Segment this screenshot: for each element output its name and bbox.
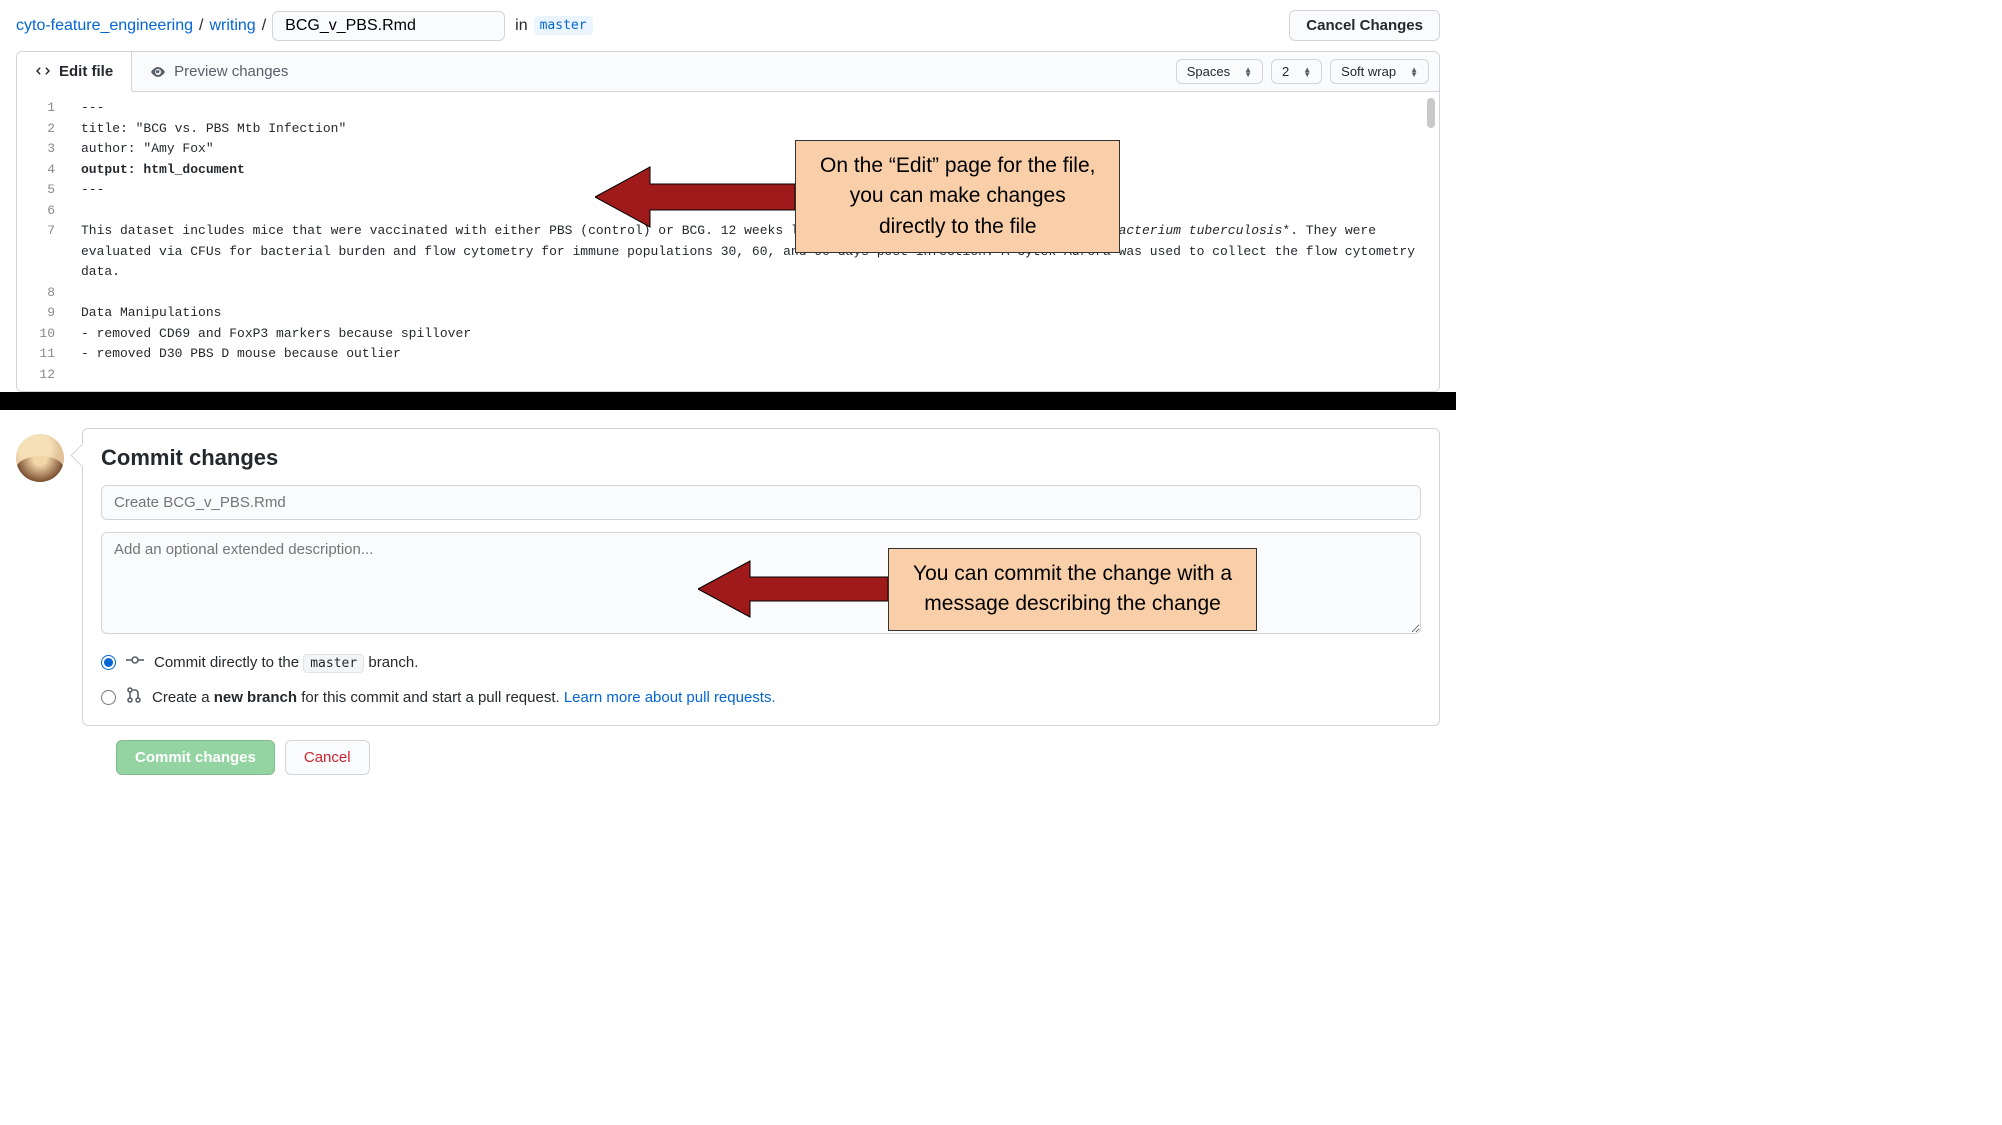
commit-newbranch-radio[interactable] (101, 690, 116, 705)
filename-input[interactable] (272, 11, 505, 41)
breadcrumb-sep: / (199, 17, 203, 35)
tab-edit-label: Edit file (59, 63, 113, 80)
tab-preview-changes[interactable]: Preview changes (132, 53, 306, 90)
scrollbar-thumb[interactable] (1427, 98, 1435, 128)
annotation-callout-commit: You can commit the change with a message… (698, 548, 1257, 631)
line-number-gutter: 1234567 89101112 (17, 92, 69, 391)
commit-newbranch-radio-row[interactable]: Create a new branch for this commit and … (101, 687, 1421, 707)
breadcrumb-folder-link[interactable]: writing (209, 17, 255, 35)
branch-badge: master (534, 16, 593, 35)
commit-direct-radio-row[interactable]: Commit directly to the master branch. (101, 653, 1421, 671)
annotation-callout-edit: On the “Edit” page for the file, you can… (595, 140, 1120, 253)
indent-size-select[interactable]: 2 ▲▼ (1271, 59, 1322, 84)
arrow-left-icon (595, 162, 795, 232)
learn-more-pr-link[interactable]: Learn more about pull requests. (564, 689, 776, 706)
annotation-text: On the “Edit” page for the file, you can… (795, 140, 1120, 253)
eye-icon (150, 64, 166, 80)
git-commit-icon (126, 653, 144, 671)
chevron-updown-icon: ▲▼ (1244, 67, 1252, 77)
commit-direct-label: Commit directly to the master branch. (154, 654, 418, 671)
chevron-updown-icon: ▲▼ (1303, 67, 1311, 77)
commit-heading: Commit changes (101, 445, 1421, 471)
commit-direct-radio[interactable] (101, 655, 116, 670)
breadcrumb-repo-link[interactable]: cyto-feature_engineering (16, 17, 193, 35)
code-icon (35, 64, 51, 80)
git-pull-request-icon (126, 687, 142, 707)
commit-changes-button[interactable]: Commit changes (116, 740, 275, 775)
arrow-left-icon (698, 556, 888, 622)
cancel-button[interactable]: Cancel (285, 740, 370, 775)
cancel-changes-button[interactable]: Cancel Changes (1289, 10, 1440, 41)
breadcrumb: cyto-feature_engineering / writing / in … (16, 4, 1440, 51)
chevron-updown-icon: ▲▼ (1410, 67, 1418, 77)
annotation-text: You can commit the change with a message… (888, 548, 1257, 631)
wrap-mode-select[interactable]: Soft wrap ▲▼ (1330, 59, 1429, 84)
in-label: in (515, 17, 527, 35)
commit-summary-input[interactable] (101, 485, 1421, 520)
commit-newbranch-label: Create a new branch for this commit and … (152, 689, 776, 706)
avatar (16, 434, 64, 482)
divider-bar (0, 392, 1456, 410)
breadcrumb-sep: / (262, 17, 266, 35)
indent-mode-select[interactable]: Spaces ▲▼ (1176, 59, 1263, 84)
tab-preview-label: Preview changes (174, 63, 288, 80)
tab-edit-file[interactable]: Edit file (17, 52, 132, 92)
